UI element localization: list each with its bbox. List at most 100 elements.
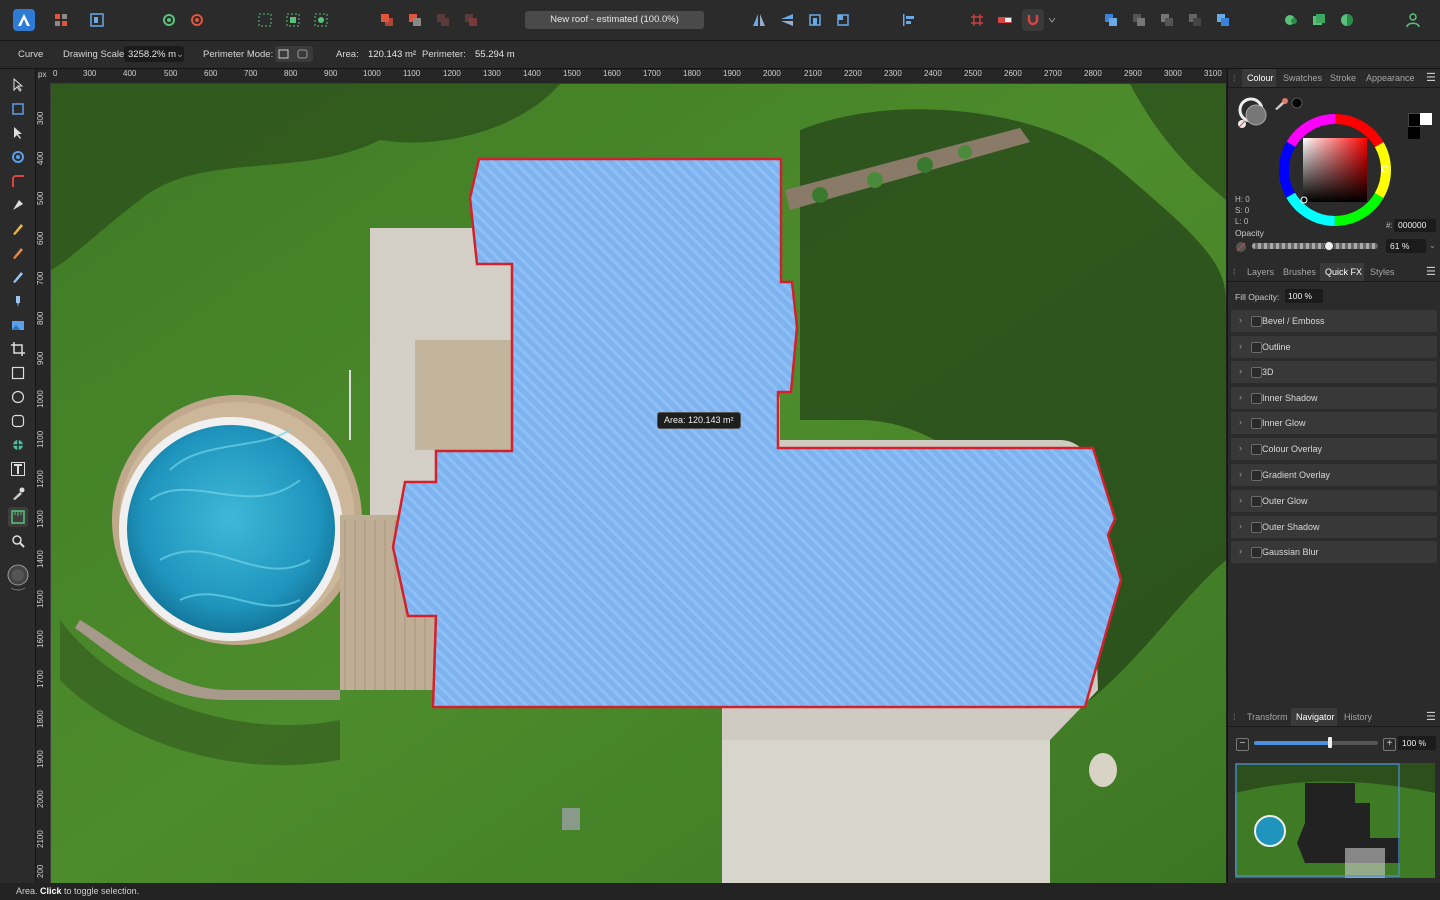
rounded-rectangle-tool-icon[interactable] [8, 411, 28, 431]
tab-appearance[interactable]: Appearance [1366, 73, 1415, 83]
fx-inner-shadow[interactable]: › Inner Shadow [1231, 387, 1437, 409]
place-image-tool-icon[interactable] [8, 315, 28, 335]
perimeter-closed-icon[interactable] [297, 49, 309, 59]
zoom-tool-icon[interactable] [8, 531, 28, 551]
opacity-field[interactable]: 61 % [1386, 239, 1426, 253]
deselect-icon[interactable] [282, 9, 304, 31]
fx-gradient-overlay[interactable]: › Gradient Overlay [1231, 464, 1437, 486]
ellipse-tool-icon[interactable] [8, 387, 28, 407]
fill-opacity-field[interactable]: 100 % [1285, 289, 1323, 303]
perimeter-mode-toggle[interactable] [275, 46, 313, 62]
rotate-left-icon[interactable] [804, 9, 826, 31]
tab-navigator[interactable]: Navigator [1296, 712, 1335, 722]
zoom-field[interactable]: 100 % [1398, 736, 1436, 750]
arrange-front-icon[interactable] [1100, 9, 1122, 31]
no-fill-icon[interactable] [1235, 241, 1247, 253]
horizontal-ruler[interactable]: px 0 300 400 500 600 700 800 900 1000 11… [36, 69, 1226, 84]
opacity-slider[interactable] [1252, 243, 1378, 249]
expand-chevron-icon[interactable]: › [1239, 366, 1242, 376]
export-persona-icon[interactable] [86, 9, 108, 31]
fx-checkbox[interactable] [1251, 496, 1262, 507]
corner-tool-icon[interactable] [8, 171, 28, 191]
fx-checkbox[interactable] [1251, 367, 1262, 378]
panel-grip-icon[interactable]: ⁞ [1233, 73, 1236, 83]
tab-layers[interactable]: Layers [1247, 267, 1274, 277]
tab-swatches[interactable]: Swatches [1283, 73, 1322, 83]
expand-chevron-icon[interactable]: › [1239, 417, 1242, 427]
navigator-preview[interactable] [1235, 763, 1435, 878]
boolean-intersect-icon[interactable] [432, 9, 454, 31]
crop-tool-icon[interactable] [8, 339, 28, 359]
mask-settings-icon[interactable] [186, 9, 208, 31]
fx-checkbox[interactable] [1251, 316, 1262, 327]
app-logo-icon[interactable] [13, 9, 35, 31]
tab-colour[interactable]: Colour [1247, 73, 1274, 83]
snapping-magnet-icon[interactable] [1022, 9, 1044, 31]
fx-inner-glow[interactable]: › Inner Glow [1231, 412, 1437, 434]
perimeter-open-icon[interactable] [278, 49, 290, 59]
fill-swatch[interactable] [1420, 113, 1432, 125]
fx-checkbox[interactable] [1251, 418, 1262, 429]
node-tool-icon[interactable] [8, 123, 28, 143]
panel-grip-icon[interactable]: ⁞ [1233, 267, 1236, 277]
opacity-chevron-icon[interactable]: ⌄ [1429, 241, 1436, 250]
expand-chevron-icon[interactable]: › [1239, 341, 1242, 351]
zoom-slider-handle[interactable] [1328, 737, 1332, 748]
tab-history[interactable]: History [1344, 712, 1372, 722]
settings-gear-icon[interactable] [158, 9, 180, 31]
tab-styles[interactable]: Styles [1370, 267, 1395, 277]
fx-checkbox[interactable] [1251, 444, 1262, 455]
zoom-slider[interactable] [1254, 741, 1378, 745]
expand-chevron-icon[interactable]: › [1239, 392, 1242, 402]
pencil-tool-icon[interactable] [8, 219, 28, 239]
fx-checkbox[interactable] [1251, 522, 1262, 533]
opacity-slider-handle[interactable] [1324, 241, 1334, 251]
artboard-tool-icon[interactable] [8, 99, 28, 119]
shape-tool-icon[interactable] [8, 435, 28, 455]
fx-checkbox[interactable] [1251, 393, 1262, 404]
expand-chevron-icon[interactable]: › [1239, 443, 1242, 453]
arrange-forward-icon[interactable] [1128, 9, 1150, 31]
shape-builder-tool-icon[interactable] [8, 147, 28, 167]
vertical-ruler[interactable]: 300 400 500 600 700 800 900 1000 1100 12… [36, 83, 51, 883]
snapping-toggle-icon[interactable] [994, 9, 1016, 31]
align-icon[interactable] [898, 9, 920, 31]
paint-brush-tool-icon[interactable] [8, 267, 28, 287]
snapping-options-chevron-icon[interactable] [1046, 9, 1058, 31]
fx-checkbox[interactable] [1251, 342, 1262, 353]
drawing-scale-field[interactable]: 3258.2% m ⌄ [124, 46, 184, 62]
boolean-add-icon[interactable] [376, 9, 398, 31]
fx-bevel-emboss[interactable]: › Bevel / Emboss [1231, 310, 1437, 332]
pen-tool-icon[interactable] [8, 195, 28, 215]
expand-chevron-icon[interactable]: › [1239, 546, 1242, 556]
invert-selection-icon[interactable] [310, 9, 332, 31]
tab-brushes[interactable]: Brushes [1283, 267, 1316, 277]
fx-3d[interactable]: › 3D [1231, 361, 1437, 383]
boolean-subtract-icon[interactable] [404, 9, 426, 31]
text-tool-icon[interactable] [8, 459, 28, 479]
fx-checkbox[interactable] [1251, 470, 1262, 481]
fx-checkbox[interactable] [1251, 547, 1262, 558]
hex-field[interactable]: 000000 [1394, 219, 1436, 232]
flip-horizontal-icon[interactable] [748, 9, 770, 31]
expand-chevron-icon[interactable]: › [1239, 521, 1242, 531]
arrange-backward-icon[interactable] [1156, 9, 1178, 31]
zoom-out-icon[interactable]: − [1236, 738, 1249, 751]
snapping-grid-icon[interactable] [966, 9, 988, 31]
measure-tool-icon[interactable] [8, 507, 28, 527]
eyedropper-icon[interactable] [1273, 97, 1305, 111]
fx-outer-shadow[interactable]: › Outer Shadow [1231, 516, 1437, 538]
boolean-xor-icon[interactable] [460, 9, 482, 31]
expand-chevron-icon[interactable]: › [1239, 315, 1242, 325]
panel-menu-icon[interactable]: ☰ [1426, 710, 1436, 723]
tab-quick-fx[interactable]: Quick FX [1325, 267, 1362, 277]
tab-transform[interactable]: Transform [1247, 712, 1288, 722]
macro-icon[interactable] [1308, 9, 1330, 31]
fill-stroke-icon[interactable] [1236, 95, 1270, 129]
flip-vertical-icon[interactable] [776, 9, 798, 31]
arrange-group-icon[interactable] [1212, 9, 1234, 31]
rotate-right-icon[interactable] [832, 9, 854, 31]
drawing-scale-chevron-icon[interactable]: ⌄ [176, 49, 184, 60]
panel-menu-icon[interactable]: ☰ [1426, 71, 1436, 84]
select-all-icon[interactable] [254, 9, 276, 31]
